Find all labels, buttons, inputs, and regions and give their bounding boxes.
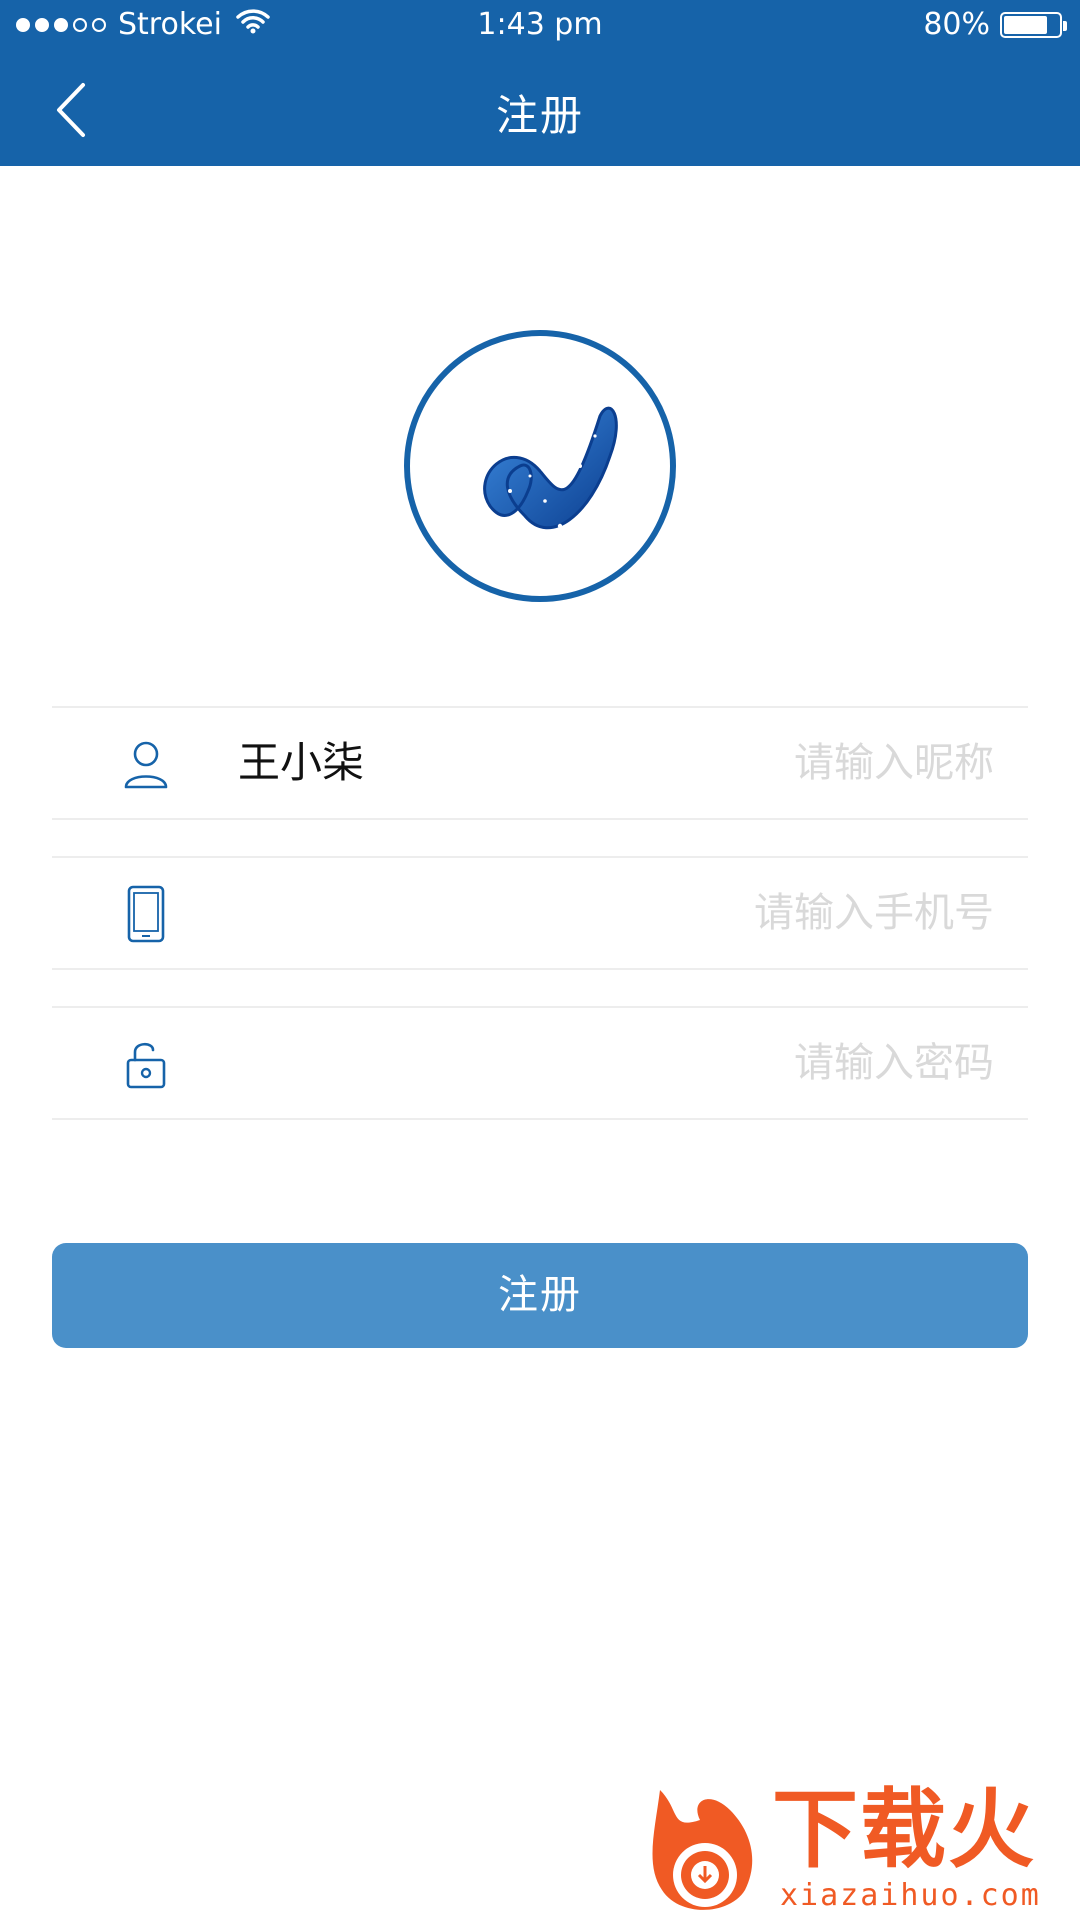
status-time: 1:43 pm [477, 7, 603, 42]
page-title: 注册 [495, 91, 584, 140]
phone-placeholder: 请输入手机号 [754, 890, 994, 936]
app-logo [404, 330, 676, 602]
status-right: 80% [923, 0, 1067, 50]
flame-logo-icon [652, 1790, 753, 1910]
battery-percentage: 80% [923, 7, 990, 42]
password-placeholder: 请输入密码 [794, 1040, 994, 1086]
status-bar: Strokei 1:43 pm 80% [0, 0, 1080, 50]
user-icon [118, 736, 174, 792]
nickname-input[interactable]: 王小柒 [238, 708, 364, 818]
app-logo-icon [483, 406, 618, 530]
register-button[interactable]: 注册 [52, 1243, 1028, 1348]
nickname-field[interactable]: 王小柒 请输入昵称 [52, 706, 1028, 820]
watermark-url: xiazaihuo.com [780, 1878, 1041, 1913]
phone-field[interactable]: 请输入手机号 [52, 856, 1028, 970]
unlock-icon [118, 1036, 174, 1092]
watermark: 下载火 xiazaihuo.com [640, 1780, 1080, 1920]
nav-bar: 注册 [0, 60, 1080, 160]
battery-icon [1000, 12, 1067, 38]
watermark-text: 下载火 [772, 1780, 1036, 1880]
password-field[interactable]: 请输入密码 [52, 1006, 1028, 1120]
app-header: Strokei 1:43 pm 80% 注册 [0, 0, 1080, 166]
phone-icon [118, 885, 174, 943]
nickname-placeholder: 请输入昵称 [794, 740, 994, 786]
battery-fill [1004, 16, 1048, 34]
